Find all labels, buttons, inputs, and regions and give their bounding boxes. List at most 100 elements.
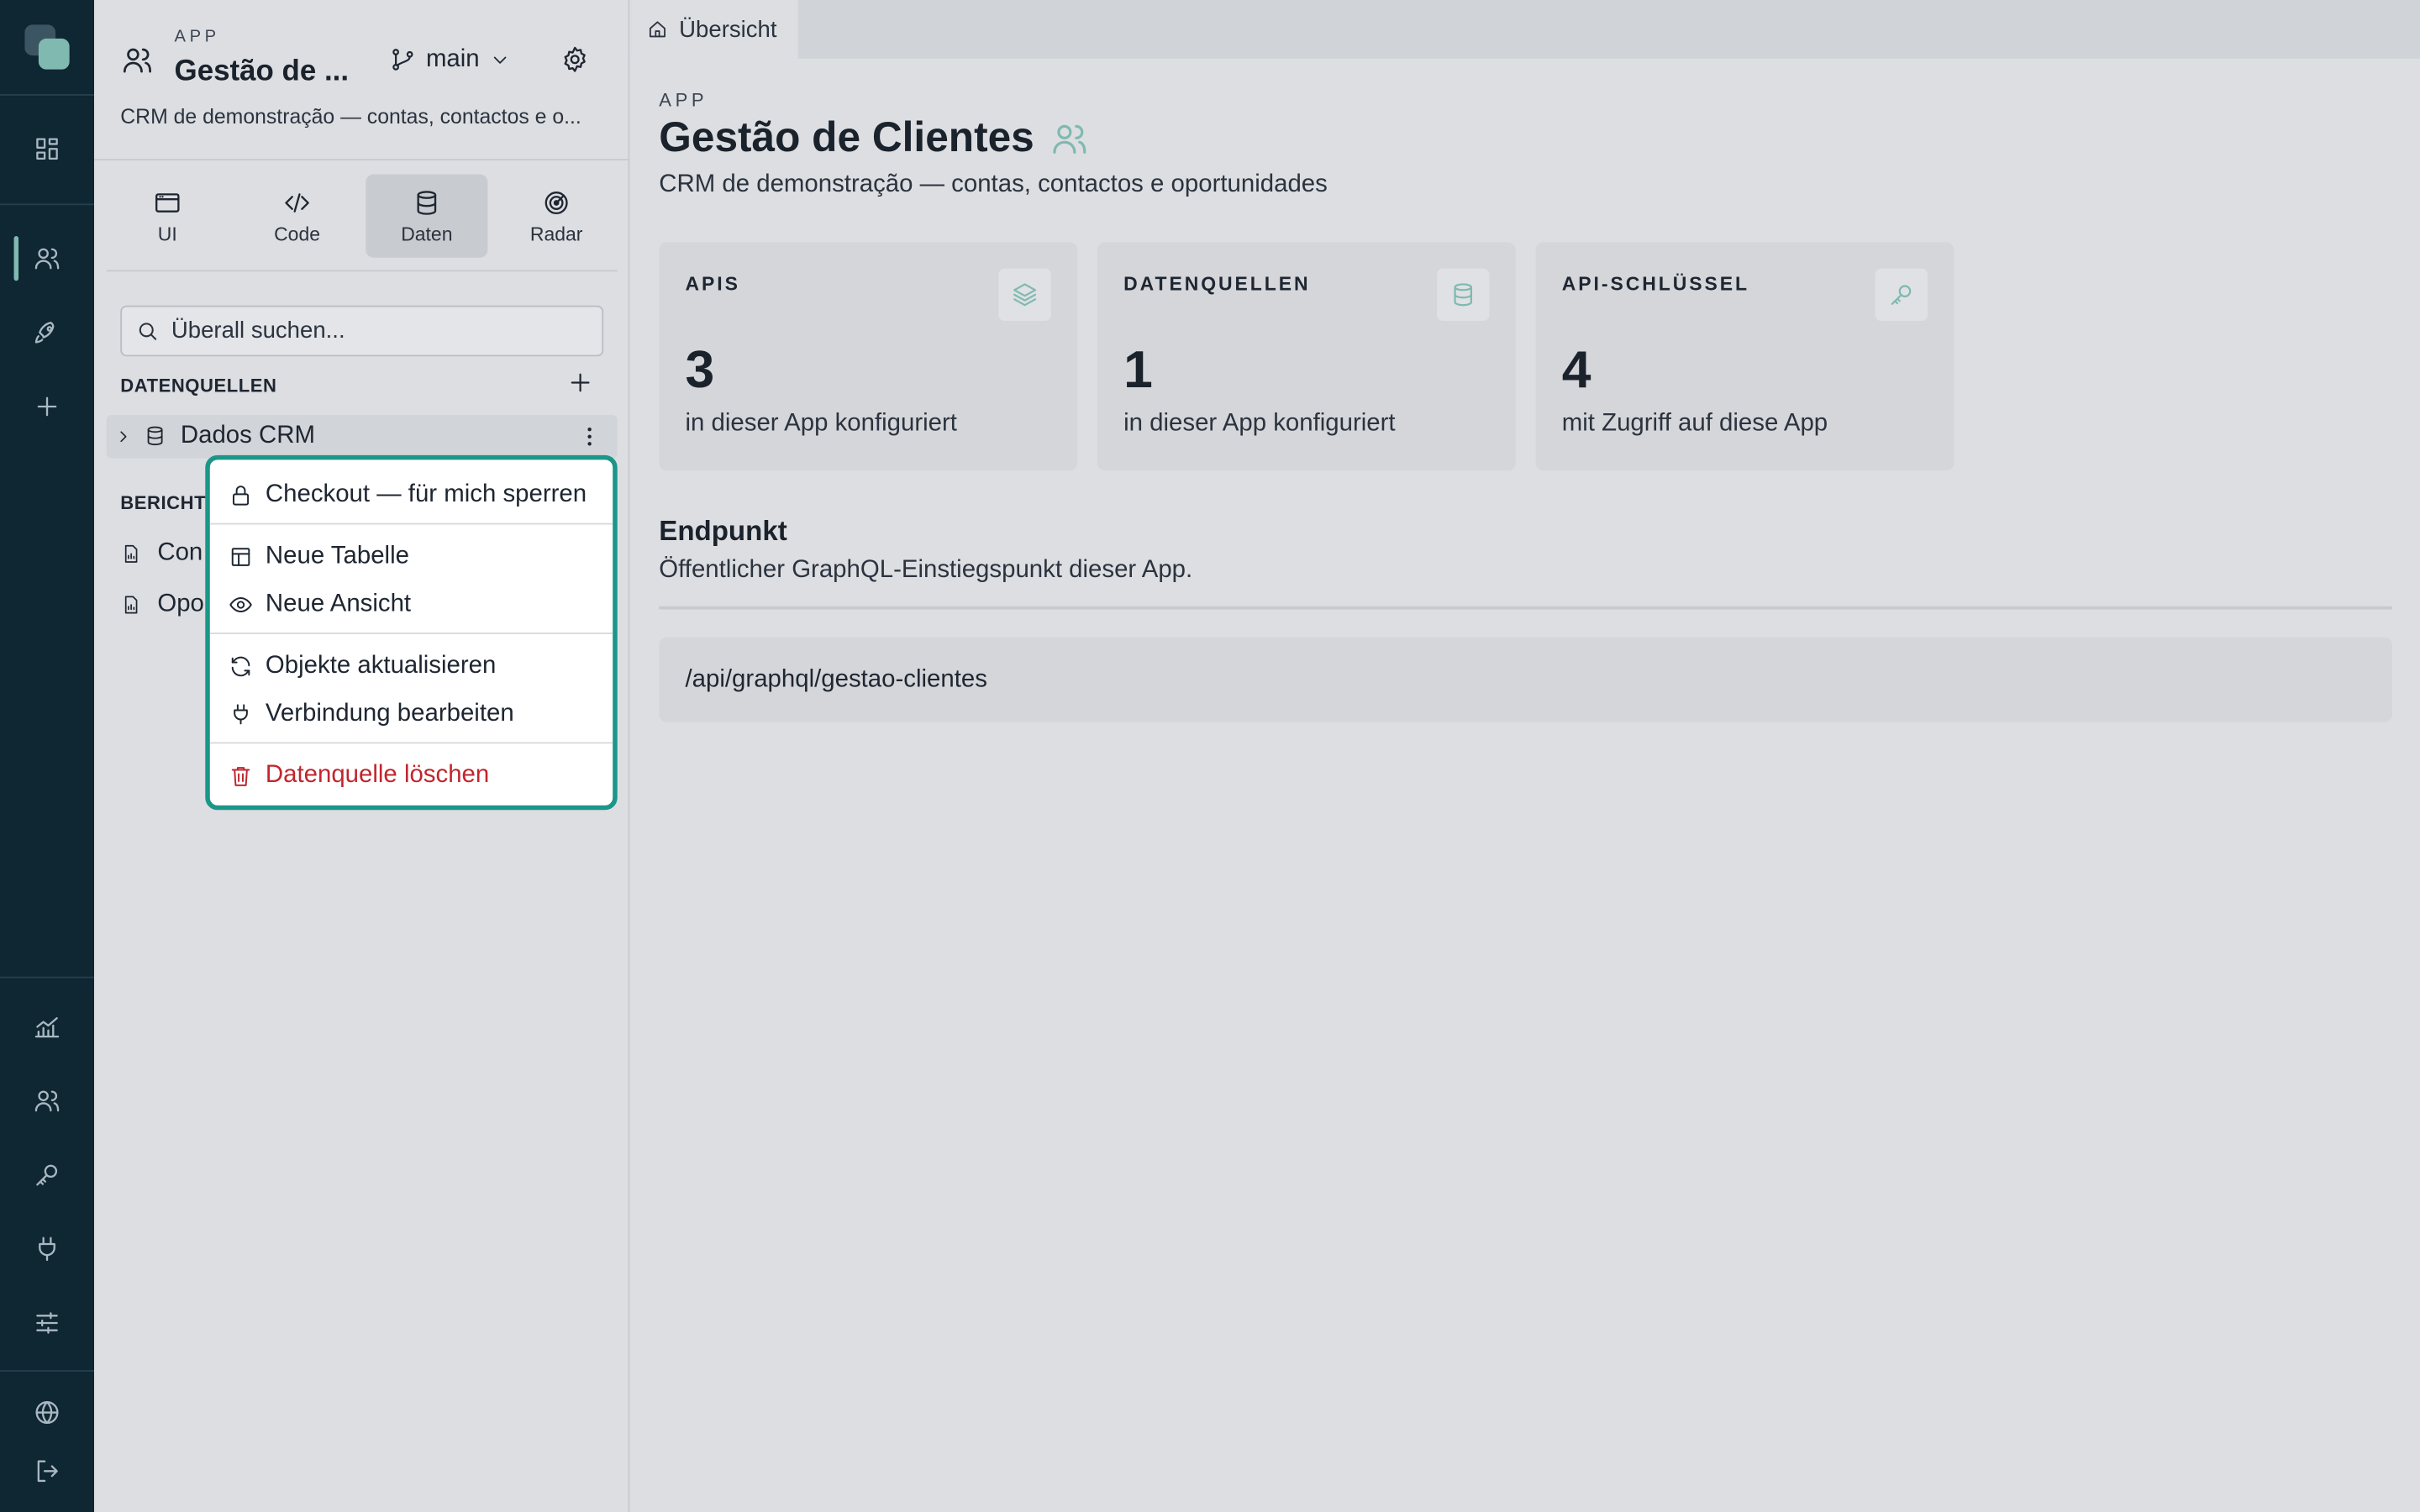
stat-card-caption: in dieser App konfiguriert: [1123, 410, 1396, 437]
analytics-icon[interactable]: [31, 1011, 64, 1043]
page-kicker: APP: [659, 89, 708, 112]
app-name: Gestão de ...: [174, 55, 350, 88]
tab-label: Übersicht: [679, 16, 777, 43]
stat-card-kicker: APIS: [685, 273, 740, 295]
report-label: Con: [157, 539, 203, 567]
tab-radar[interactable]: Radar: [496, 175, 618, 258]
code-icon: [285, 192, 309, 212]
layers-icon: [998, 268, 1051, 322]
menu-item-label: Verbindung bearbeiten: [265, 700, 514, 727]
rail-active-indicator: [13, 236, 19, 281]
more-options-button[interactable]: [574, 421, 605, 452]
add-datasource-button[interactable]: [568, 370, 596, 398]
reports-heading: BERICHTE: [120, 491, 219, 514]
plug-icon[interactable]: [31, 1233, 64, 1266]
app-description: CRM de demonstração — contas, contactos …: [120, 104, 581, 129]
tab-label: UI: [157, 223, 177, 245]
lock-icon: [232, 486, 250, 506]
endpoint-path[interactable]: /api/graphql/gestao-clientes: [659, 637, 2392, 722]
rail-divider: [0, 976, 95, 979]
report-label: Opor: [157, 591, 213, 617]
home-icon: [649, 21, 666, 38]
stat-card-value: 4: [1561, 340, 1591, 400]
rail-divider: [0, 94, 95, 96]
settings-button[interactable]: [560, 45, 592, 76]
divider: [106, 270, 618, 272]
stat-card-api-keys[interactable]: API-SCHLÜSSEL 4 mit Zugriff auf diese Ap…: [1535, 242, 1954, 471]
menu-item-label: Datenquelle löschen: [265, 762, 490, 789]
menu-item-new-table[interactable]: Neue Tabelle: [229, 538, 409, 575]
rail-divider: [0, 203, 95, 206]
eye-icon: [229, 597, 252, 612]
app-kicker: APP: [174, 28, 220, 47]
radar-icon: [544, 191, 568, 214]
menu-item-refresh-objects[interactable]: Objekte aktualisieren: [229, 648, 497, 685]
endpoint-description: Öffentlicher GraphQL-Einstiegspunkt dies…: [659, 557, 1193, 584]
plug-icon: [234, 704, 248, 725]
search-input[interactable]: [171, 318, 573, 344]
stat-card-value: 1: [1123, 340, 1153, 400]
logout-icon[interactable]: [31, 1455, 64, 1488]
stat-card-datasources[interactable]: DATENQUELLEN 1 in dieser App konfigurier…: [1097, 242, 1516, 471]
stat-card-caption: mit Zugriff auf diese App: [1561, 410, 1828, 437]
dashboard-icon[interactable]: [31, 133, 64, 165]
tab-label: Code: [274, 223, 321, 245]
rail-divider: [0, 1370, 95, 1372]
menu-item-checkout[interactable]: Checkout — für mich sperren: [229, 477, 587, 514]
table-icon: [231, 548, 250, 566]
branch-label: main: [425, 46, 480, 73]
menu-item-edit-connection[interactable]: Verbindung bearbeiten: [229, 696, 514, 732]
tab-label: Radar: [529, 223, 583, 245]
report-item[interactable]: Con: [120, 537, 203, 570]
divider: [94, 159, 630, 161]
stat-card-apis[interactable]: APIS 3 in dieser App konfiguriert: [659, 242, 1078, 471]
key-icon: [1875, 268, 1928, 322]
tab-ui[interactable]: UI: [107, 175, 229, 258]
browser-window-icon: [155, 192, 180, 212]
report-file-icon: [124, 596, 138, 614]
menu-item-label: Neue Ansicht: [265, 591, 412, 617]
users-icon[interactable]: [31, 242, 64, 275]
plus-icon: [571, 373, 590, 392]
main-content: Übersicht APP Gestão de Clientes CRM de …: [631, 0, 2420, 1512]
stat-card-value: 3: [685, 340, 715, 400]
page-title-text: Gestão de Clientes: [659, 113, 1034, 161]
users-icon: [1053, 123, 1086, 153]
page-title: Gestão de Clientes: [659, 114, 1090, 162]
menu-item-new-view[interactable]: Neue Ansicht: [229, 586, 411, 623]
sliders-icon[interactable]: [31, 1307, 64, 1340]
team-icon[interactable]: [31, 1084, 64, 1117]
key-icon[interactable]: [31, 1158, 64, 1191]
datasource-label: Dados CRM: [180, 423, 315, 449]
tab-overview[interactable]: Übersicht: [631, 0, 798, 59]
chevron-down-icon: [493, 56, 506, 64]
menu-item-delete-datasource[interactable]: Datenquelle löschen: [229, 758, 489, 795]
brand-logo[interactable]: [24, 24, 71, 71]
divider: [659, 606, 2392, 610]
report-item[interactable]: Opor: [120, 588, 213, 622]
datasources-heading: DATENQUELLEN: [120, 375, 277, 397]
tab-code[interactable]: Code: [236, 175, 358, 258]
menu-divider: [209, 742, 613, 744]
stat-card-kicker: API-SCHLÜSSEL: [1561, 273, 1749, 295]
database-icon: [1437, 268, 1490, 322]
tab-daten[interactable]: Daten: [366, 174, 488, 258]
report-file-icon: [124, 544, 138, 563]
search-field[interactable]: [120, 305, 604, 357]
database-icon: [144, 424, 168, 449]
plus-icon[interactable]: [31, 391, 64, 423]
rocket-icon[interactable]: [31, 317, 64, 349]
stat-card-caption: in dieser App konfiguriert: [685, 410, 957, 437]
datasource-row[interactable]: Dados CRM: [106, 415, 618, 459]
tab-bar: Übersicht: [631, 0, 2420, 59]
refresh-icon: [231, 656, 250, 677]
menu-item-label: Objekte aktualisieren: [265, 652, 497, 680]
chevron-right-icon[interactable]: [114, 426, 136, 448]
menu-item-label: Checkout — für mich sperren: [265, 481, 587, 508]
page-subtitle: CRM de demonstração — contas, contactos …: [659, 171, 1328, 198]
branch-selector[interactable]: main: [389, 43, 511, 76]
globe-icon[interactable]: [31, 1396, 64, 1429]
datasource-context-menu: Checkout — für mich sperren Neue Tabelle…: [205, 454, 618, 811]
stat-card-kicker: DATENQUELLEN: [1123, 273, 1311, 295]
gear-icon: [564, 46, 586, 72]
